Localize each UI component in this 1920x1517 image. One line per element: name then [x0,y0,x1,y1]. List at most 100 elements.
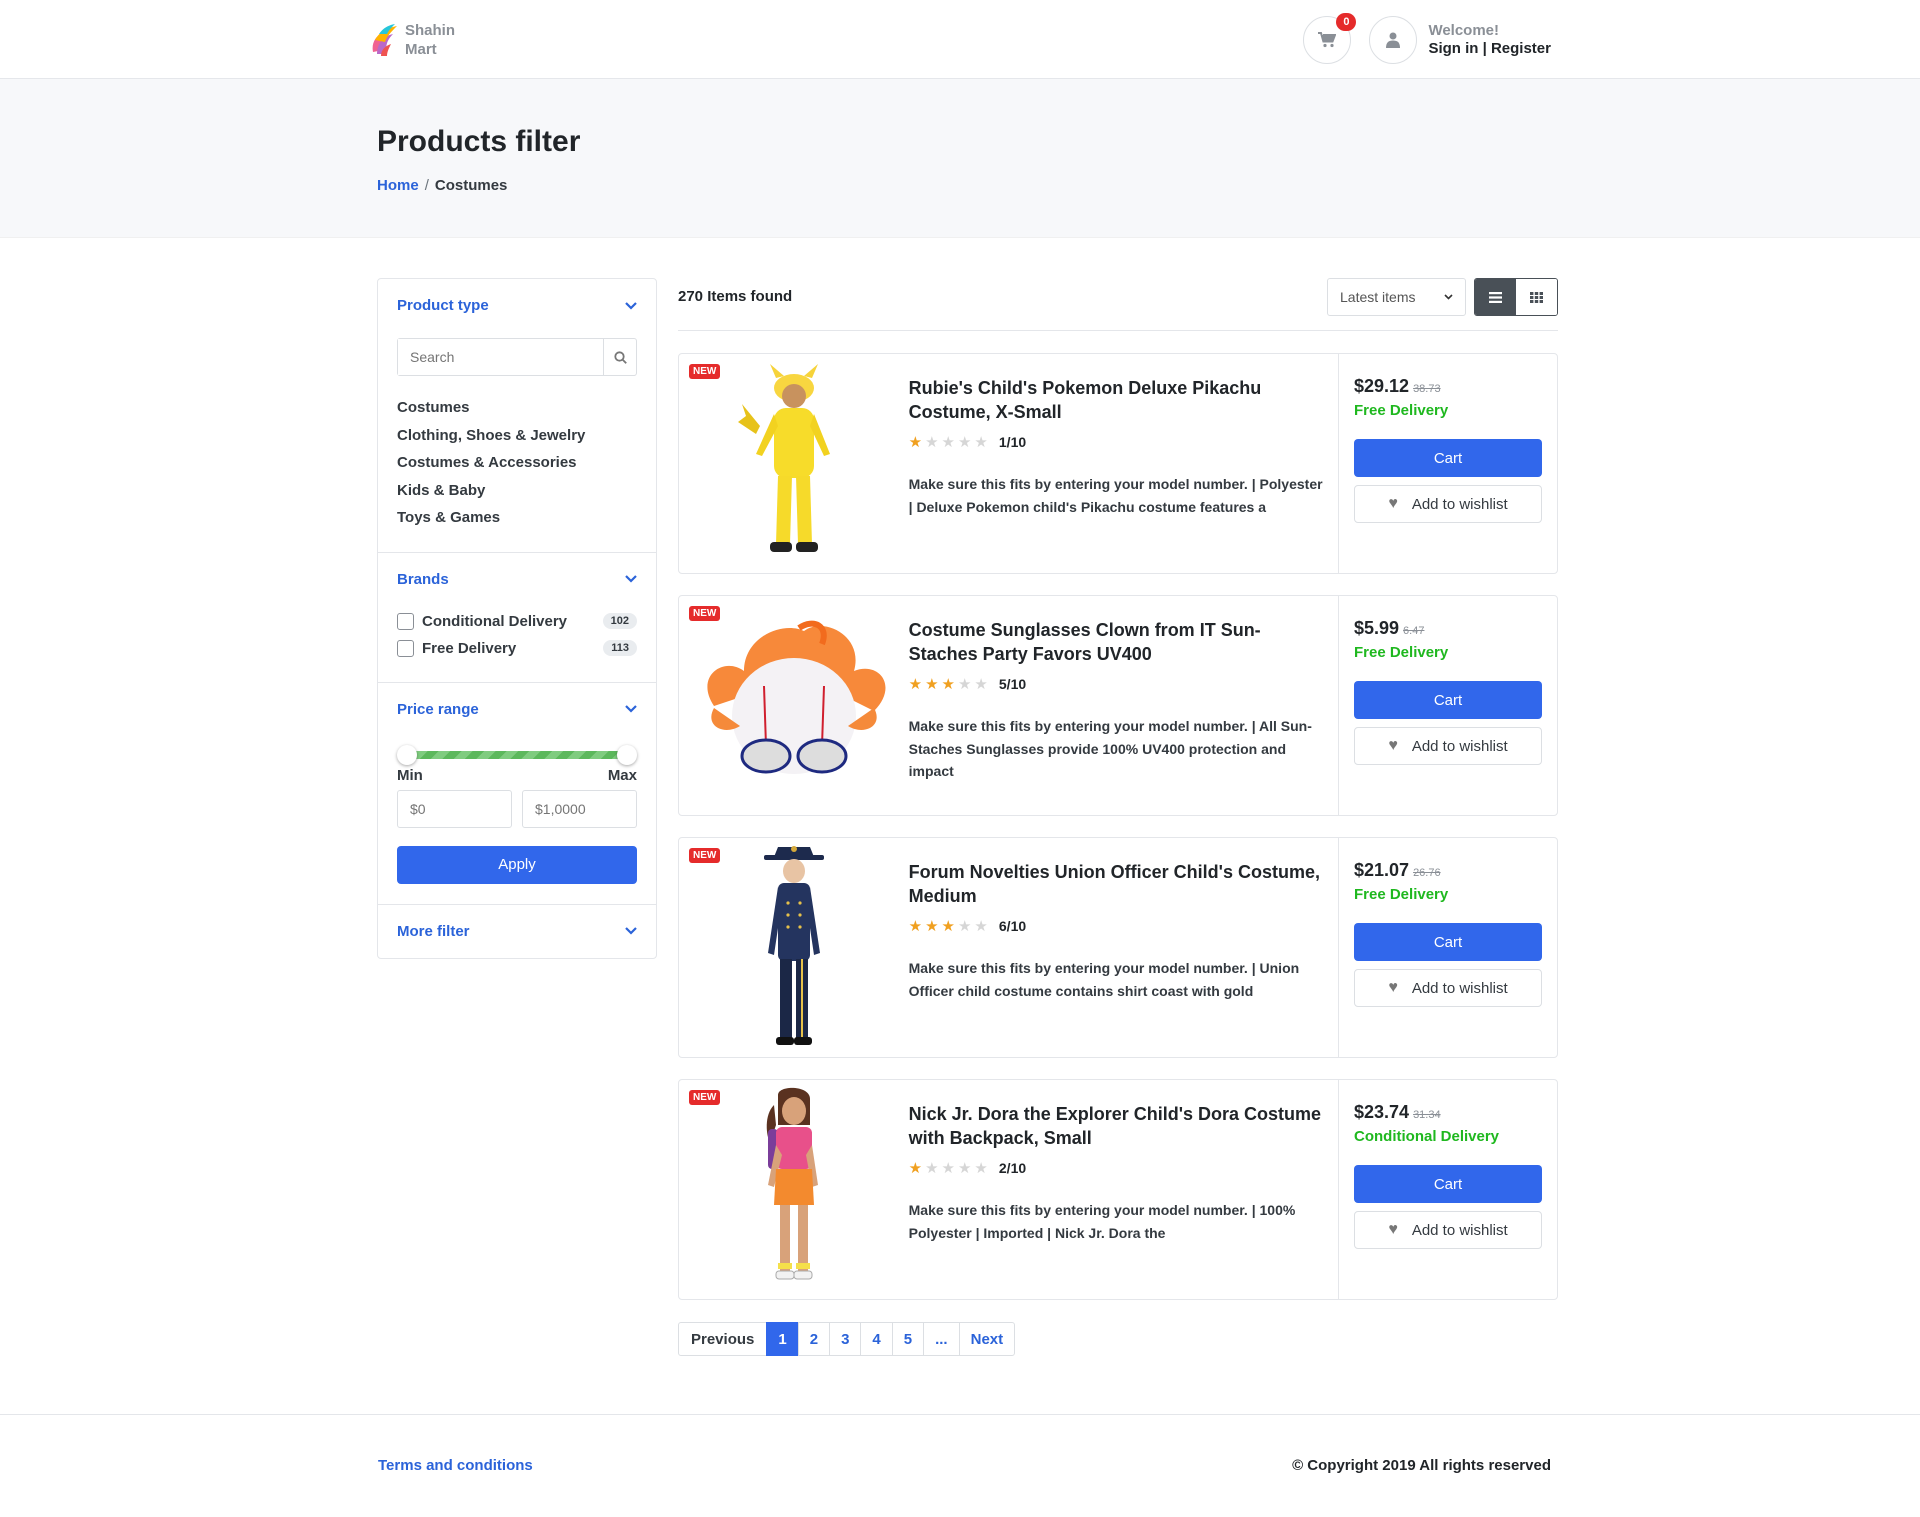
rating-stars: ★★★★★ [908,918,991,935]
filter-brands-toggle[interactable]: Brands [397,571,637,588]
brand-logo-icon [369,22,399,58]
filter-product-type: Product type Costumes Clothing, Shoes & … [378,279,656,553]
chevron-down-icon [1444,294,1453,300]
product-description: Make sure this fits by entering your mod… [908,718,1312,779]
pagination-page[interactable]: 5 [891,1322,925,1356]
product-title[interactable]: Rubie's Child's Pokemon Deluxe Pikachu C… [909,376,1324,424]
category-search [397,338,637,376]
pagination-page[interactable]: 3 [829,1322,862,1356]
delivery-status: Conditional Delivery [1354,1128,1500,1145]
chevron-down-icon [625,575,637,583]
brand-option[interactable]: Free Delivery 113 [397,635,637,662]
new-badge: NEW [689,364,721,379]
grid-icon [1530,291,1543,303]
sort-select[interactable]: Latest items [1327,278,1466,316]
rating-text: 1/10 [998,434,1027,450]
pagination-page[interactable]: 2 [797,1322,831,1356]
brand-checkbox[interactable] [397,612,414,630]
brand-option[interactable]: Conditional Delivery 102 [397,608,637,635]
add-to-cart-button[interactable]: Cart [1354,923,1542,961]
brand-checkbox[interactable] [397,639,414,657]
cart-icon [1318,31,1337,47]
filter-brands: Brands Conditional Delivery 102 Free Del… [378,553,656,683]
terms-link[interactable]: Terms and conditions [378,1457,533,1474]
breadcrumb-separator: / [424,177,429,194]
brand-name-line2: Mart [405,40,437,58]
grid-view-button[interactable] [1516,279,1557,315]
brand-count-badge: 102 [602,613,637,629]
pagination-previous[interactable]: Previous [678,1322,768,1356]
add-to-wishlist-button[interactable]: ♥ Add to wishlist [1354,727,1542,765]
wishlist-label: Add to wishlist [1411,1221,1508,1239]
product-rating: ★★★★★ 2/10 [909,1159,1324,1177]
rating-text: 2/10 [998,1160,1027,1176]
list-view-button[interactable] [1475,279,1516,315]
price-range-max-handle[interactable] [617,744,637,765]
page-title: Products filter [377,125,581,158]
product-image[interactable] [679,354,909,573]
site-footer: Terms and conditions © Copyright 2019 Al… [0,1414,1920,1517]
brand-option-label: Free Delivery [422,639,517,657]
price-range-track [405,750,629,759]
price-min-input[interactable] [397,789,512,828]
add-to-cart-button[interactable]: Cart [1354,439,1542,477]
pagination-next[interactable]: Next [958,1322,1016,1356]
sign-in-register-link[interactable]: Sign in | Register [1428,40,1551,58]
pagination-page[interactable]: 1 [766,1322,799,1356]
new-badge: NEW [689,606,721,621]
filter-product-type-toggle[interactable]: Product type [397,297,637,314]
filter-price-range-toggle[interactable]: Price range [397,701,637,718]
filter-more-toggle[interactable]: More filter [397,923,637,940]
rating-text: 5/10 [998,676,1027,692]
category-search-button[interactable] [603,339,636,375]
product-description: Make sure this fits by entering your mod… [908,1202,1296,1241]
rating-stars: ★★★★★ [908,434,991,451]
product-old-price: 26.76 [1413,867,1441,879]
breadcrumb: Home / Costumes [377,177,1551,194]
product-old-price: 38.73 [1413,383,1441,395]
product-title[interactable]: Forum Novelties Union Officer Child's Co… [909,860,1324,908]
add-to-wishlist-button[interactable]: ♥ Add to wishlist [1354,1211,1542,1249]
add-to-cart-button[interactable]: Cart [1354,681,1542,719]
copyright-text: © Copyright 2019 All rights reserved [1292,1457,1551,1474]
pagination-page[interactable]: 4 [860,1322,893,1356]
filter-price-range: Price range Min Max Apply [378,683,656,905]
filter-brands-title: Brands [397,570,449,588]
product-card: NEW Costume Sunglasses Clown from IT Sun… [678,595,1558,816]
new-badge: NEW [689,1090,721,1105]
product-price: $21.07 [1354,860,1410,880]
product-image[interactable] [679,596,909,815]
price-max-input[interactable] [522,789,637,828]
product-description: Make sure this fits by entering your mod… [908,960,1300,999]
category-search-input[interactable] [398,339,603,375]
heart-icon: ♥ [1388,1221,1398,1238]
union-officer-costume-image [763,845,824,1045]
brand-name-line1: Shahin [405,21,456,39]
brand[interactable]: Shahin Mart [369,21,455,59]
product-image[interactable] [679,838,909,1057]
category-list: Costumes Clothing, Shoes & Jewelry Costu… [397,394,637,532]
category-item[interactable]: Toys & Games [397,504,637,532]
rating-text: 6/10 [998,918,1027,934]
category-item[interactable]: Costumes & Accessories [397,449,637,477]
product-image[interactable] [679,1080,909,1299]
results-toolbar: 270 Items found Latest items [678,278,1558,331]
cart-button[interactable]: 0 [1303,12,1357,64]
breadcrumb-home-link[interactable]: Home [377,177,419,194]
add-to-wishlist-button[interactable]: ♥ Add to wishlist [1354,485,1542,523]
apply-filter-button[interactable]: Apply [397,845,637,884]
add-to-cart-button[interactable]: Cart [1354,1165,1542,1203]
wishlist-label: Add to wishlist [1411,495,1508,513]
product-title[interactable]: Nick Jr. Dora the Explorer Child's Dora … [909,1102,1324,1150]
category-item[interactable]: Kids & Baby [397,477,637,505]
category-item[interactable]: Clothing, Shoes & Jewelry [397,422,637,450]
pikachu-costume-image [737,363,830,552]
price-range-slider[interactable] [397,744,637,765]
rating-stars: ★★★★★ [908,1160,991,1177]
price-range-min-handle[interactable] [397,744,417,765]
pagination-ellipsis[interactable]: ... [923,1322,960,1356]
account-button[interactable] [1369,15,1418,64]
add-to-wishlist-button[interactable]: ♥ Add to wishlist [1354,969,1542,1007]
category-item[interactable]: Costumes [397,394,637,422]
product-title[interactable]: Costume Sunglasses Clown from IT Sun-Sta… [909,618,1324,666]
